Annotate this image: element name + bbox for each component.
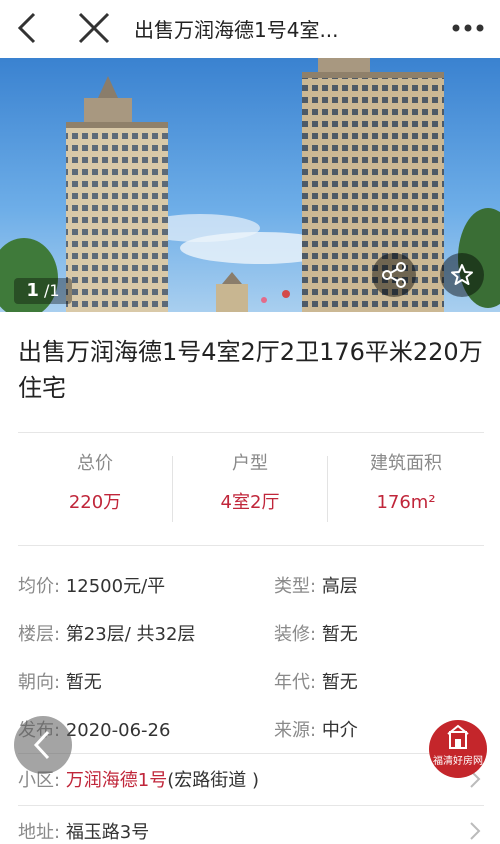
detail-value: 暂无 bbox=[321, 672, 358, 693]
detail-unit-price: 均价: 12500元/平 bbox=[18, 572, 165, 598]
detail-value: 高层 bbox=[321, 576, 358, 597]
detail-value: 12500元/平 bbox=[65, 576, 166, 597]
back-arrow-icon bbox=[33, 730, 50, 760]
chevron-right-icon bbox=[470, 822, 481, 840]
detail-key: 装修: bbox=[274, 624, 317, 645]
brand-badge[interactable]: 福清好房网 bbox=[429, 720, 487, 778]
more-options-button[interactable] bbox=[446, 16, 490, 40]
detail-value: 暂无 bbox=[321, 624, 358, 645]
close-button[interactable] bbox=[74, 8, 114, 48]
address-key: 地址: bbox=[18, 822, 61, 843]
favorite-button[interactable] bbox=[440, 253, 484, 297]
detail-decoration: 装修: 暂无 bbox=[274, 620, 358, 646]
stat-area: 建筑面积 176m² bbox=[331, 450, 481, 518]
community-area: (宏路街道 ) bbox=[167, 770, 260, 791]
detail-source: 来源: 中介 bbox=[274, 716, 358, 742]
stat-value: 4室2厅 bbox=[220, 492, 280, 513]
detail-key: 来源: bbox=[274, 720, 317, 741]
brand-name: 福清好房网 bbox=[433, 756, 483, 767]
detail-value: 2020-06-26 bbox=[65, 720, 171, 741]
property-photo[interactable]: 1 /1 bbox=[0, 58, 500, 312]
top-navigation-bar: 出售万润海德1号4室... bbox=[0, 0, 500, 58]
star-icon bbox=[451, 264, 473, 285]
photo-current-index: 1 bbox=[26, 280, 39, 301]
stat-layout: 户型 4室2厅 bbox=[175, 450, 325, 518]
community-name-link[interactable]: 万润海德1号 bbox=[66, 770, 167, 791]
back-arrow-icon bbox=[17, 12, 36, 44]
photo-total: /1 bbox=[44, 281, 60, 300]
address-row[interactable]: 地址: 福玉路3号 bbox=[0, 806, 500, 844]
community-row[interactable]: 小区: 万润海德1号(宏路街道 ) bbox=[0, 754, 500, 802]
stat-label: 户型 bbox=[232, 453, 268, 474]
detail-floor: 楼层: 第23层/ 共32层 bbox=[18, 620, 195, 646]
detail-key: 楼层: bbox=[18, 624, 61, 645]
stat-total-price: 总价 220万 bbox=[20, 450, 170, 518]
share-icon bbox=[382, 262, 406, 288]
key-stats: 总价 220万 户型 4室2厅 建筑面积 176m² bbox=[0, 450, 500, 530]
detail-orientation: 朝向: 暂无 bbox=[18, 668, 102, 694]
stat-label: 建筑面积 bbox=[370, 453, 442, 474]
share-button[interactable] bbox=[372, 253, 416, 297]
building-photo-illustration bbox=[0, 58, 500, 312]
stat-label: 总价 bbox=[77, 453, 113, 474]
page-title: 出售万润海德1号4室... bbox=[134, 18, 339, 42]
detail-key: 朝向: bbox=[18, 672, 61, 693]
detail-type: 类型: 高层 bbox=[274, 572, 358, 598]
close-icon bbox=[78, 12, 110, 44]
photo-counter: 1 /1 bbox=[14, 278, 72, 304]
detail-year: 年代: 暂无 bbox=[274, 668, 358, 694]
more-dots-icon bbox=[452, 24, 484, 32]
stat-separator bbox=[172, 456, 173, 522]
floating-back-button[interactable] bbox=[14, 716, 72, 774]
detail-value: 中介 bbox=[321, 720, 358, 741]
stat-separator bbox=[327, 456, 328, 522]
back-button[interactable] bbox=[12, 8, 42, 48]
address-value: 福玉路3号 bbox=[65, 822, 150, 843]
detail-key: 均价: bbox=[18, 576, 61, 597]
listing-title: 出售万润海德1号4室2厅2卫176平米220万住宅 bbox=[18, 338, 483, 402]
divider bbox=[18, 432, 484, 433]
detail-value: 第23层/ 共32层 bbox=[65, 624, 196, 645]
divider bbox=[18, 545, 484, 546]
stat-value: 176m² bbox=[376, 492, 436, 513]
address-text: 地址: 福玉路3号 bbox=[18, 818, 149, 844]
stat-value: 220万 bbox=[68, 492, 122, 513]
detail-key: 类型: bbox=[274, 576, 317, 597]
detail-key: 年代: bbox=[274, 672, 317, 693]
detail-value: 暂无 bbox=[65, 672, 102, 693]
house-logo-icon bbox=[447, 724, 469, 749]
